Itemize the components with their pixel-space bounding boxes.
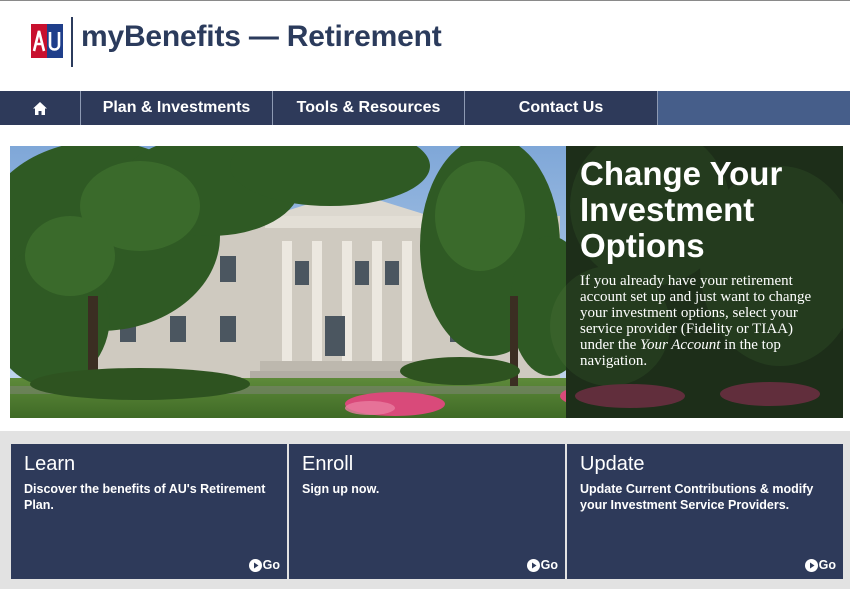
main-nav: Plan & Investments Tools & Resources Con… bbox=[0, 91, 850, 125]
go-link[interactable]: Go bbox=[804, 558, 836, 572]
card-title: Enroll bbox=[302, 453, 354, 475]
home-icon bbox=[33, 101, 47, 115]
card-enroll[interactable]: Enroll Sign up now. Go bbox=[289, 444, 565, 579]
nav-tools-resources[interactable]: Tools & Resources bbox=[273, 91, 465, 125]
go-label: Go bbox=[818, 558, 836, 572]
go-link[interactable]: Go bbox=[526, 558, 558, 572]
card-description: Sign up now. bbox=[302, 482, 380, 496]
hero-title: Change Your Investment Options bbox=[580, 155, 783, 264]
nav-plan-investments[interactable]: Plan & Investments bbox=[81, 91, 273, 125]
logo-divider bbox=[71, 17, 73, 67]
au-logo[interactable] bbox=[31, 24, 63, 58]
nav-contact-us[interactable]: Contact Us bbox=[465, 91, 658, 125]
card-description: Discover the benefits of AU's Retirement… bbox=[24, 482, 266, 512]
card-title: Learn bbox=[24, 453, 76, 475]
play-circle-icon bbox=[248, 558, 262, 572]
card-update[interactable]: Update Update Current Contributions & mo… bbox=[567, 444, 843, 579]
nav-filler bbox=[658, 91, 850, 125]
nav-home[interactable] bbox=[0, 91, 81, 125]
card-description: Update Current Contributions & modify yo… bbox=[580, 482, 814, 512]
hero-description: If you already have your retirement acco… bbox=[580, 273, 830, 369]
play-circle-icon bbox=[526, 558, 540, 572]
site-header: myBenefits — Retirement bbox=[0, 1, 850, 91]
site-title: myBenefits — Retirement bbox=[81, 20, 442, 53]
go-link[interactable]: Go bbox=[248, 558, 280, 572]
card-title: Update bbox=[580, 453, 645, 475]
your-account-emphasis: Your Account bbox=[639, 337, 721, 353]
hero-banner: Change Your Investment Options If you al… bbox=[10, 146, 843, 418]
go-label: Go bbox=[540, 558, 558, 572]
go-label: Go bbox=[262, 558, 280, 572]
play-circle-icon bbox=[804, 558, 818, 572]
card-learn[interactable]: Learn Discover the benefits of AU's Reti… bbox=[11, 444, 287, 579]
